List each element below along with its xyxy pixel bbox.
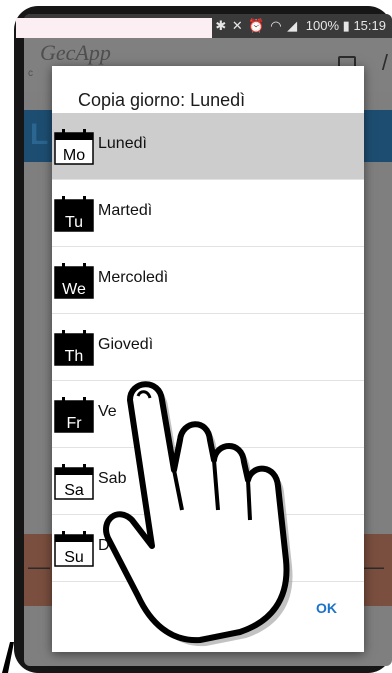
calendar-day-icon: Su	[54, 531, 94, 567]
clock-time: 15:19	[353, 18, 386, 33]
day-abbreviation: Mo	[63, 147, 85, 164]
minus-icon: —	[362, 554, 384, 579]
day-abbreviation: Tu	[65, 214, 83, 231]
background-letter: L	[30, 118, 49, 151]
minus-icon: —	[28, 554, 50, 579]
mouse-cursor-icon	[2, 642, 14, 673]
day-option-0[interactable]: Mo Lunedì	[52, 113, 364, 180]
day-abbreviation: Fr	[66, 415, 82, 432]
dialog-title: Copia giorno: Lunedì	[78, 90, 246, 110]
calendar-day-icon: Sa	[54, 464, 94, 500]
day-label: Giovedì	[98, 336, 154, 353]
battery-icon: ▮	[342, 18, 350, 33]
battery-level: 100%	[305, 18, 340, 33]
day-option-1[interactable]: Tu Martedì	[52, 180, 364, 247]
day-label: Martedì	[98, 202, 153, 219]
status-symbols-icon: ✱ ✕ ⏰ ◠ ◢	[215, 18, 299, 33]
day-label: Mercoledì	[98, 269, 169, 286]
day-option-2[interactable]: We Mercoledì	[52, 247, 364, 314]
day-abbreviation: Su	[64, 549, 84, 566]
day-abbreviation: Sa	[64, 482, 84, 499]
calendar-day-icon: Mo	[54, 129, 94, 165]
day-abbreviation: We	[62, 281, 86, 298]
edit-icon[interactable]: /	[382, 50, 388, 76]
app-logo: GecApp	[40, 40, 111, 65]
calendar-day-icon: Tu	[54, 196, 94, 232]
calendar-day-icon: Th	[54, 330, 94, 366]
day-label: Lunedì	[98, 135, 147, 152]
calendar-day-icon: We	[54, 263, 94, 299]
app-subtitle: c	[28, 68, 33, 79]
status-right: ✱ ✕ ⏰ ◠ ◢ 100% ▮ 15:19	[215, 18, 386, 34]
redacted-area	[16, 18, 212, 38]
day-abbreviation: Th	[65, 348, 84, 365]
calendar-day-icon: Fr	[54, 397, 94, 433]
pointing-hand-icon	[103, 381, 293, 647]
